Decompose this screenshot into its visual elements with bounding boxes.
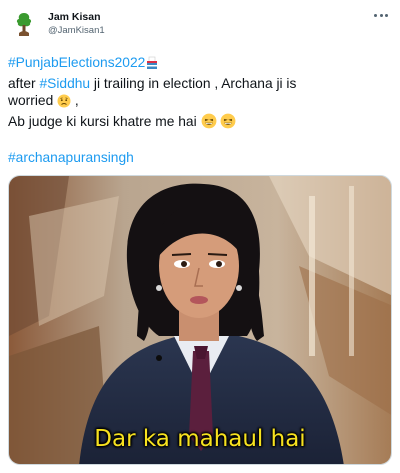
more-options-icon[interactable] xyxy=(372,6,390,24)
hashtag-archanapuransingh[interactable]: #archanapuransingh xyxy=(8,150,134,165)
tweet-media-image[interactable]: Dar ka mahaul hai xyxy=(8,175,392,465)
line2-prefix: after xyxy=(8,75,40,91)
line3-text: worried xyxy=(8,93,54,108)
tweet-line-1: #PunjabElections2022 xyxy=(8,54,388,75)
tweet-line-3: worried , xyxy=(8,92,388,113)
ballot-box-emoji xyxy=(145,56,159,75)
tweet-line-4: Ab judge ki kursi khatre me hai xyxy=(8,113,388,134)
hashtag-siddhu[interactable]: #Siddhu xyxy=(39,76,90,91)
grinning-squinting-face-emoji xyxy=(201,113,217,134)
meme-illustration xyxy=(9,176,391,464)
tweet-line-2: after #Siddhu ji trailing in election , … xyxy=(8,75,388,93)
tweet-text: #PunjabElections2022 after #Siddhu ji tr… xyxy=(8,54,388,133)
line3-suffix: , xyxy=(71,93,79,108)
hashtag-punjab-elections[interactable]: #PunjabElections2022 xyxy=(8,55,145,70)
meme-caption: Dar ka mahaul hai xyxy=(94,426,306,452)
worried-face-emoji xyxy=(57,94,71,113)
line2-suffix: ji trailing in election , Archana ji is xyxy=(90,75,297,91)
tweet-line-5: #archanapuransingh xyxy=(8,150,134,165)
grinning-squinting-face-emoji xyxy=(220,113,236,134)
author-name[interactable]: Jam Kisan xyxy=(48,11,101,23)
author-handle[interactable]: @JamKisan1 xyxy=(48,25,105,36)
avatar[interactable] xyxy=(9,9,39,39)
line4-text: Ab judge ki kursi khatre me hai xyxy=(8,113,197,129)
